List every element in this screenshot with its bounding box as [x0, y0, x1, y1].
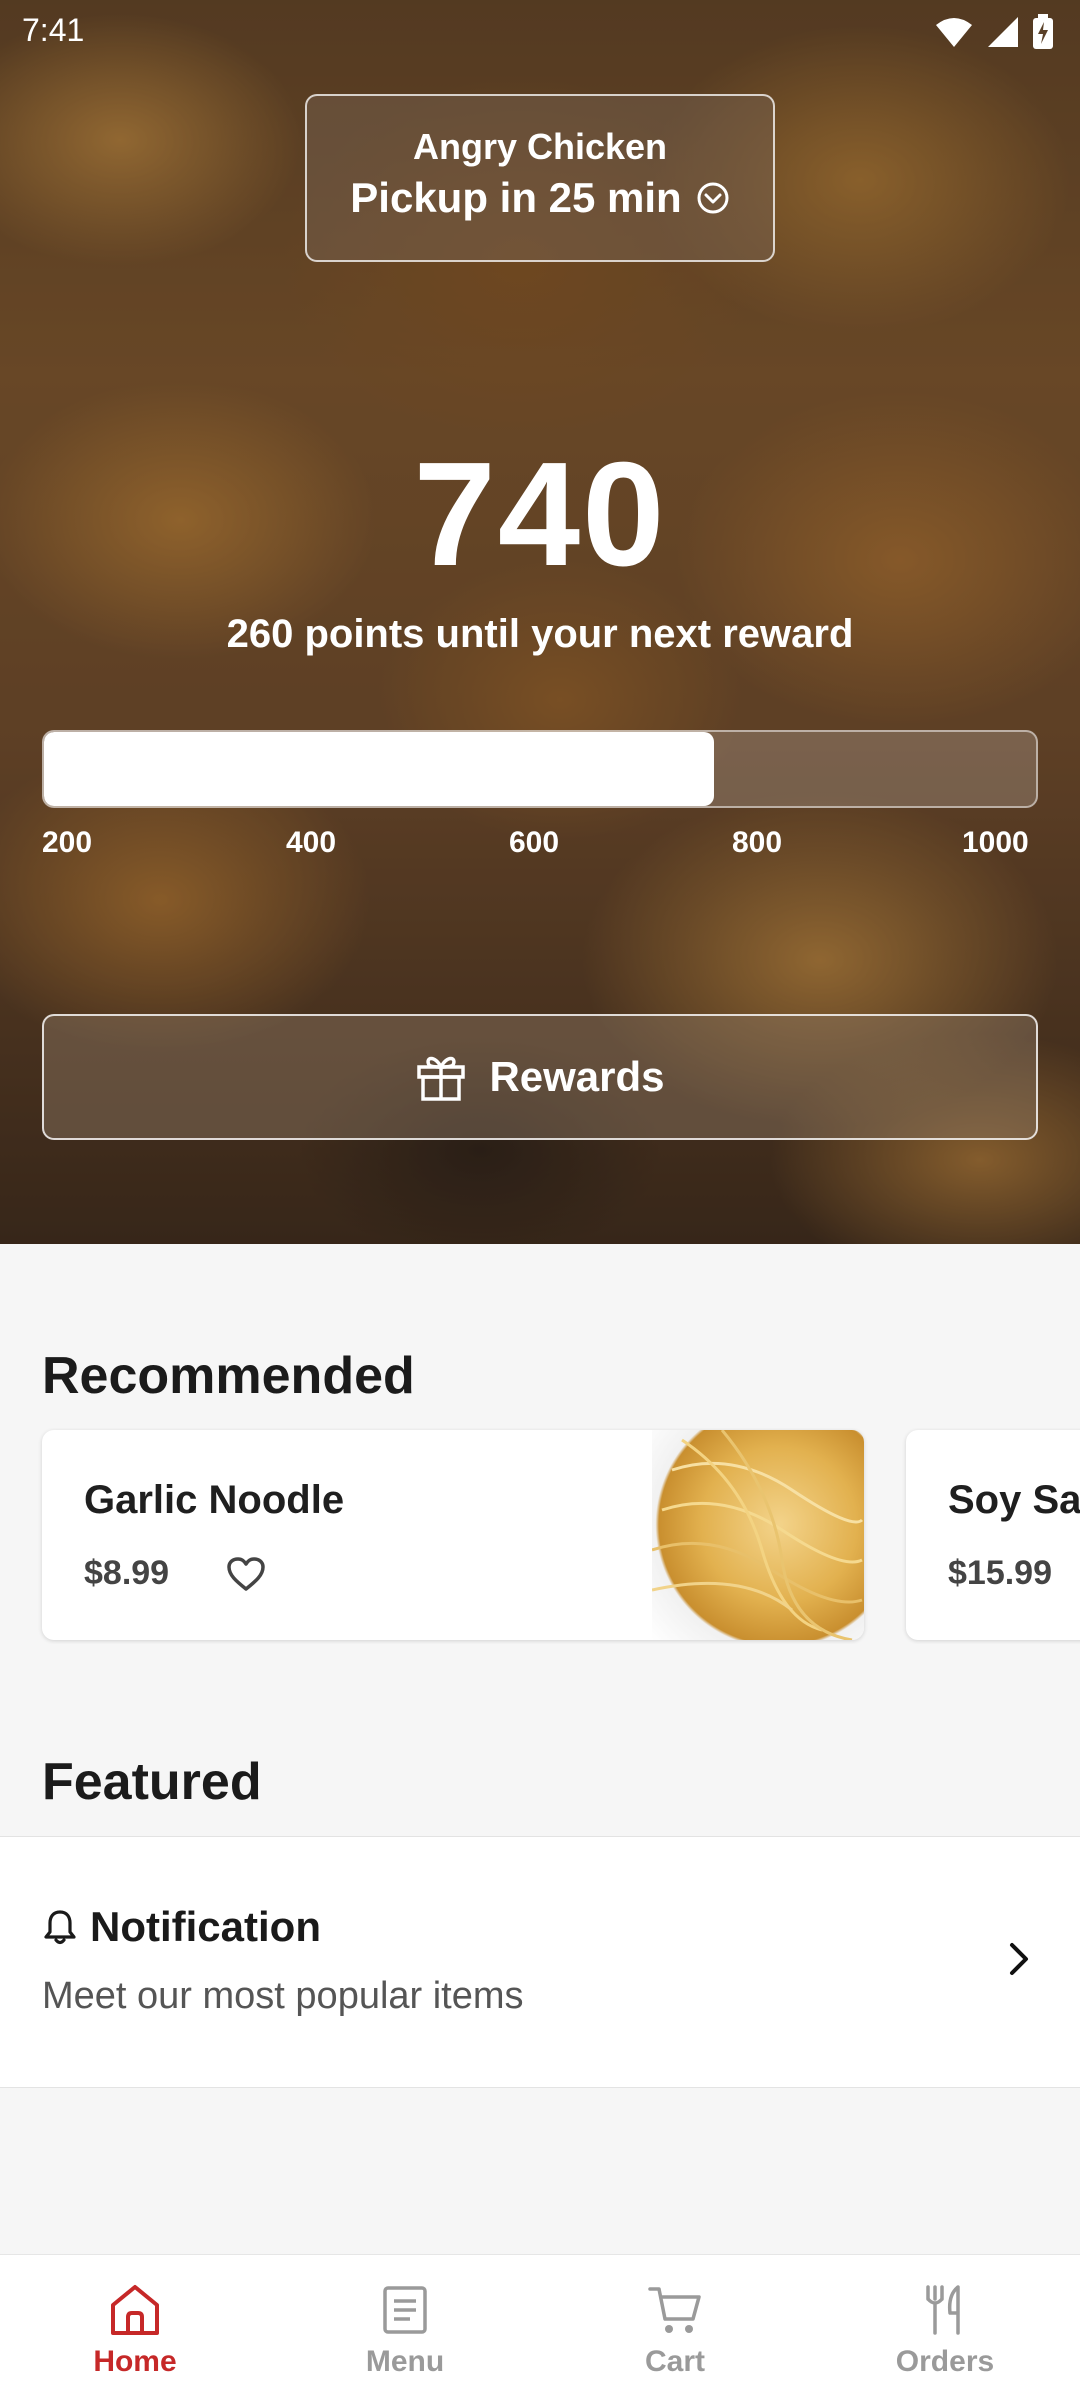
nav-orders-label: Orders [895, 2345, 995, 2378]
recommended-title: Recommended [42, 1347, 415, 1405]
recommended-item-card[interactable]: Garlic Noodle $8.99 [42, 1430, 864, 1640]
nav-home-label: Home [93, 2345, 177, 2378]
bottom-navigation: Home Menu Cart Orders [0, 2254, 1080, 2401]
rewards-label: Rewards [489, 1053, 665, 1100]
pickup-time: Pickup in 25 min [350, 174, 682, 221]
progress-tick-label: 400 [286, 826, 337, 859]
chevron-right-icon [1010, 1943, 1028, 1975]
store-name: Angry Chicken [412, 126, 668, 167]
progress-tick-label: 1000 [962, 826, 1029, 859]
item-name: Soy Sa [948, 1478, 1080, 1522]
progress-tick-label: 200 [42, 826, 93, 859]
status-bar: 7:41 [0, 0, 1080, 64]
rewards-button[interactable]: Rewards [42, 1014, 1038, 1140]
cart-icon [648, 2287, 701, 2333]
recommended-item-card[interactable]: Soy Sa $15.99 [906, 1430, 1080, 1640]
favorite-heart-icon[interactable] [226, 1556, 266, 1592]
item-name: Garlic Noodle [84, 1478, 345, 1522]
points-subtitle: 260 points until your next reward [226, 612, 854, 656]
status-icons [934, 14, 1054, 50]
progress-tick-label: 600 [509, 826, 560, 859]
progress-tick-label: 800 [732, 826, 783, 859]
noodle-image [652, 1430, 864, 1640]
menu-icon [383, 2286, 427, 2334]
gift-icon [417, 1056, 466, 1101]
featured-title: Featured [42, 1753, 262, 1811]
nav-menu-label: Menu [365, 2345, 445, 2378]
nav-menu[interactable]: Menu [270, 2255, 540, 2401]
item-price: $8.99 [84, 1554, 170, 1592]
chevron-down-circle-icon [697, 182, 729, 214]
notification-title: Notification [90, 1903, 321, 1950]
points-progress-bar [42, 730, 1038, 808]
wifi-icon [936, 18, 972, 47]
nav-orders[interactable]: Orders [810, 2255, 1080, 2401]
item-price: $15.99 [948, 1554, 1052, 1592]
orders-icon [926, 2285, 960, 2335]
pickup-time-row: Pickup in 25 min [307, 174, 773, 222]
recommended-carousel[interactable]: Garlic Noodle $8.99 Soy Sa $15.99 [0, 1428, 1080, 1644]
nav-cart[interactable]: Cart [540, 2255, 810, 2401]
bell-icon [44, 1910, 76, 1945]
points-balance: 740 [413, 432, 667, 597]
pickup-selector[interactable]: Angry Chicken Pickup in 25 min [305, 94, 775, 262]
notification-row[interactable]: Notification Meet our most popular items [0, 1836, 1080, 2088]
signal-icon [988, 17, 1018, 47]
notification-title-row: Notification [42, 1903, 321, 1951]
points-progress-fill [44, 732, 714, 806]
status-time: 7:41 [22, 12, 85, 48]
notification-subtitle: Meet our most popular items [42, 1975, 524, 2017]
battery-icon [1033, 14, 1053, 49]
home-icon [111, 2285, 159, 2335]
nav-home[interactable]: Home [0, 2255, 270, 2401]
nav-cart-label: Cart [644, 2345, 705, 2378]
